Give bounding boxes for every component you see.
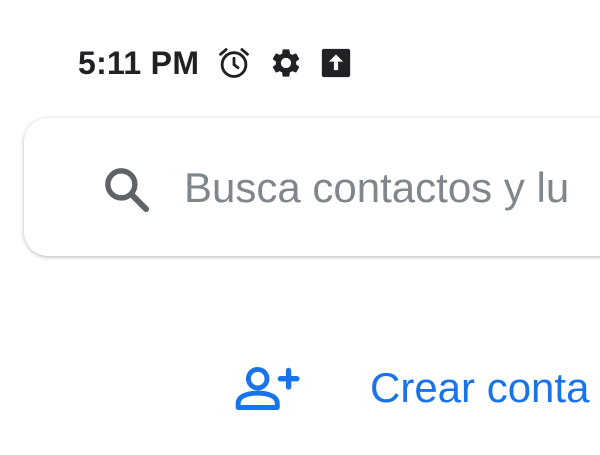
upload-icon — [319, 46, 353, 80]
create-contact-button[interactable]: Crear conta — [220, 350, 600, 430]
contacts-screen: 5:11 PM Busca contactos y lu Crear conta — [0, 0, 600, 455]
settings-icon — [269, 46, 303, 80]
search-input[interactable] — [184, 158, 600, 218]
status-bar: 5:11 PM — [78, 42, 353, 84]
search-bar[interactable] — [24, 118, 600, 256]
add-person-icon — [233, 364, 303, 419]
create-contact-label: Crear conta — [370, 364, 590, 411]
search-icon[interactable] — [100, 163, 154, 222]
alarm-icon — [215, 44, 253, 82]
status-time: 5:11 PM — [78, 44, 200, 81]
